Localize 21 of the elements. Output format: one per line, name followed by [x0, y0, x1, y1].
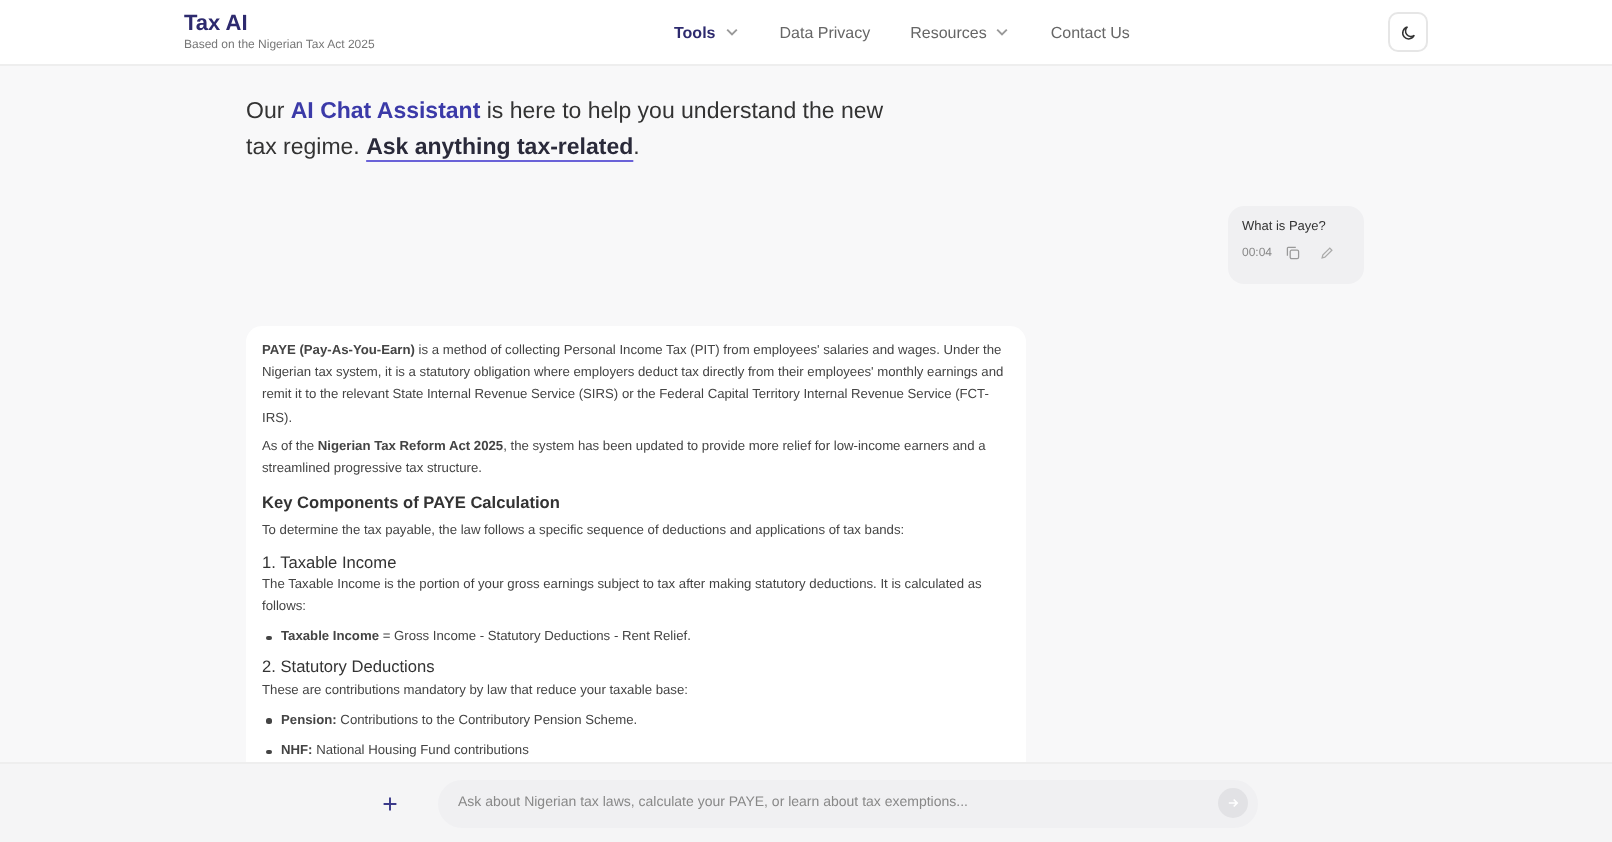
subsection-heading: 1. Taxable Income [262, 551, 399, 574]
bullet-icon [266, 635, 271, 641]
nav-link[interactable]: Data Privacy [779, 23, 871, 41]
theme-toggle-button[interactable] [1388, 12, 1428, 52]
subsection-heading: 2. Statutory Deductions [262, 656, 437, 680]
ask-link[interactable]: Ask anything tax-related [366, 135, 634, 159]
moon-icon [1399, 23, 1417, 41]
plus-icon [382, 795, 398, 811]
arrow-right-icon [1226, 796, 1240, 810]
bullet-icon [266, 718, 271, 724]
nav-link[interactable]: Contact Us [1050, 23, 1130, 41]
chevron-down-icon [723, 24, 740, 40]
intro-text: Our AI Chat Assistant is here to help you understand the new tax regime. Ask anything tax-related. [246, 98, 886, 163]
section-heading: Key Components of PAYE Calculation [262, 492, 562, 515]
nav-link[interactable]: Tools [674, 23, 740, 41]
app-title: Tax AI [184, 12, 250, 36]
nav-link[interactable]: Resources [910, 23, 1011, 41]
chevron-down-icon [994, 24, 1011, 40]
pencil-icon[interactable] [1320, 246, 1335, 260]
copy-icon[interactable] [1286, 246, 1301, 260]
bullet-icon [266, 749, 271, 755]
